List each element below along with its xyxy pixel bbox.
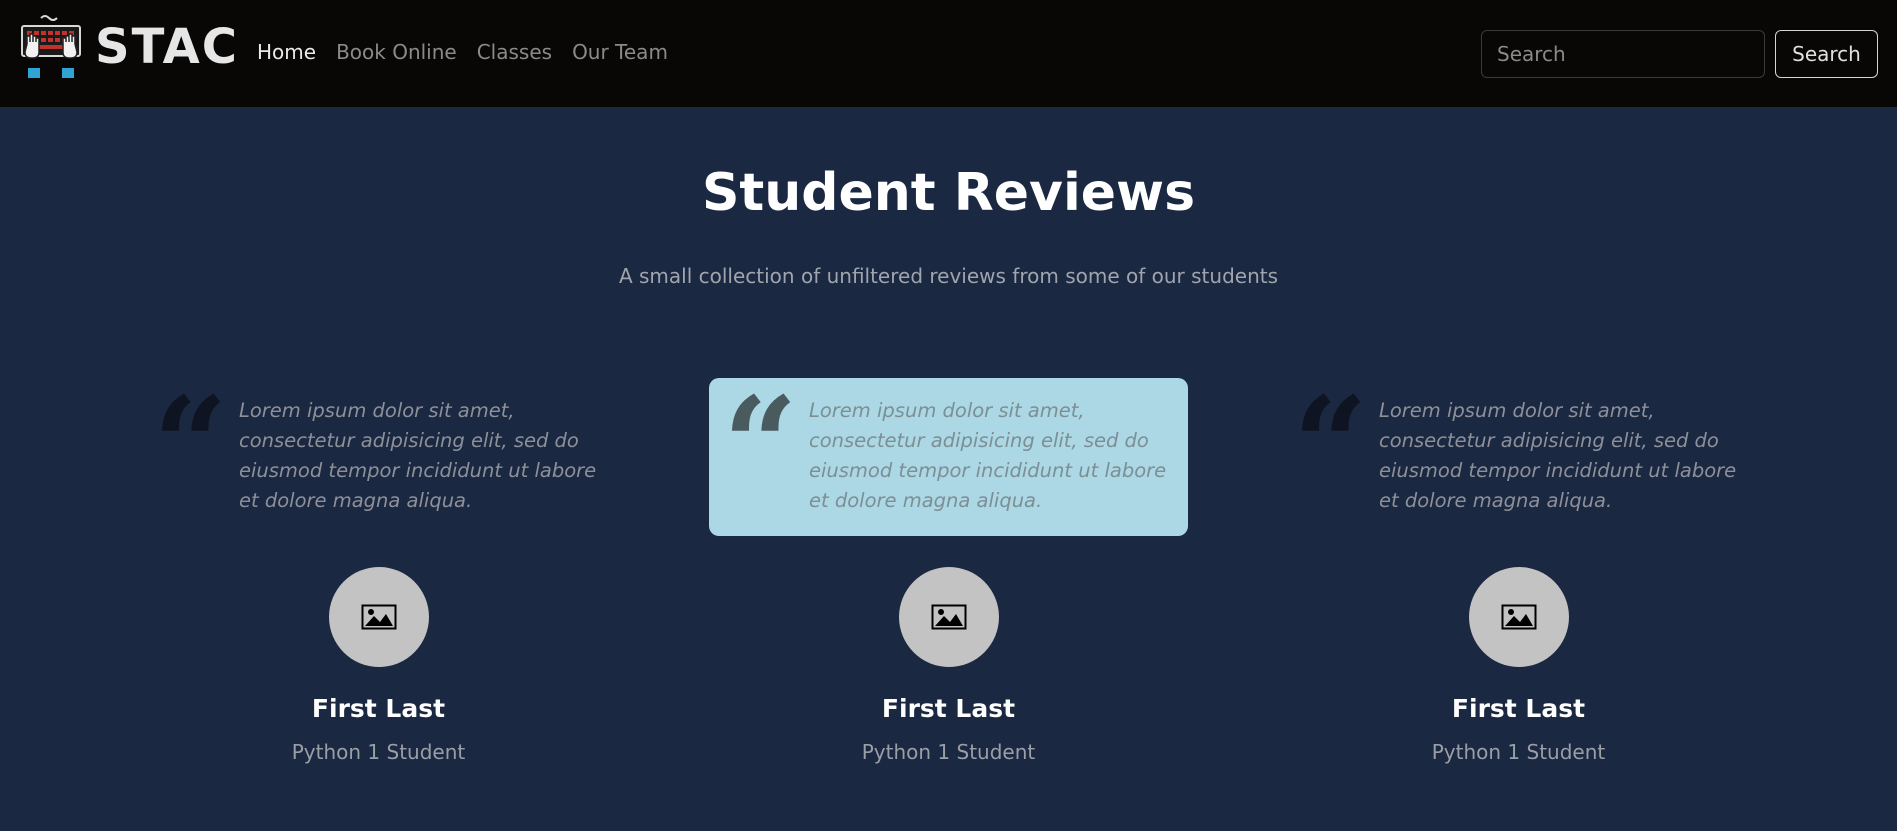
nav-link-home[interactable]: Home [257, 40, 316, 64]
reviewer-name: First Last [1451, 694, 1586, 723]
brand-name: STAC [95, 19, 239, 75]
image-placeholder-icon [931, 604, 967, 630]
review-quote-box: “ Lorem ipsum dolor sit amet, consectetu… [1279, 378, 1758, 536]
reviewer-role: Python 1 Student [861, 740, 1036, 764]
review-quote-box: “ Lorem ipsum dolor sit amet, consectetu… [709, 378, 1188, 536]
image-placeholder-icon [1501, 604, 1537, 630]
image-placeholder-icon [361, 604, 397, 630]
review-quote-box: “ Lorem ipsum dolor sit amet, consectetu… [139, 378, 618, 536]
avatar [329, 567, 429, 667]
search-button[interactable]: Search [1775, 30, 1878, 78]
quote-icon: “ [1293, 368, 1368, 521]
review-text: Lorem ipsum dolor sit amet, consectetur … [809, 399, 1167, 512]
reviewer-name: First Last [881, 694, 1016, 723]
keyboard-hands-icon [21, 15, 81, 78]
reviewer-role: Python 1 Student [1431, 740, 1606, 764]
nav-link-classes[interactable]: Classes [477, 40, 552, 64]
review-card: “ Lorem ipsum dolor sit amet, consectetu… [1279, 378, 1758, 765]
reviewer-name: First Last [311, 694, 446, 723]
review-card: “ Lorem ipsum dolor sit amet, consectetu… [139, 378, 618, 765]
reviewer-role: Python 1 Student [291, 740, 466, 764]
review-card: “ Lorem ipsum dolor sit amet, consectetu… [709, 378, 1188, 764]
section-subtitle: A small collection of unfiltered reviews… [618, 264, 1279, 288]
brand-link[interactable]: STAC [19, 14, 239, 80]
section-title: Student Reviews [701, 163, 1196, 223]
quote-icon: “ [723, 368, 798, 521]
avatar [1469, 567, 1569, 667]
nav-link-book-online[interactable]: Book Online [336, 40, 457, 64]
nav-links: Home Book Online Classes Our Team [257, 40, 688, 64]
review-text: Lorem ipsum dolor sit amet, consectetur … [239, 399, 597, 512]
nav-link-our-team[interactable]: Our Team [572, 40, 668, 64]
review-text: Lorem ipsum dolor sit amet, consectetur … [1379, 399, 1737, 512]
quote-icon: “ [153, 368, 228, 521]
navbar: STAC Home Book Online Classes Our Team S… [0, 0, 1897, 107]
avatar [899, 567, 999, 667]
search-input[interactable] [1481, 30, 1765, 78]
